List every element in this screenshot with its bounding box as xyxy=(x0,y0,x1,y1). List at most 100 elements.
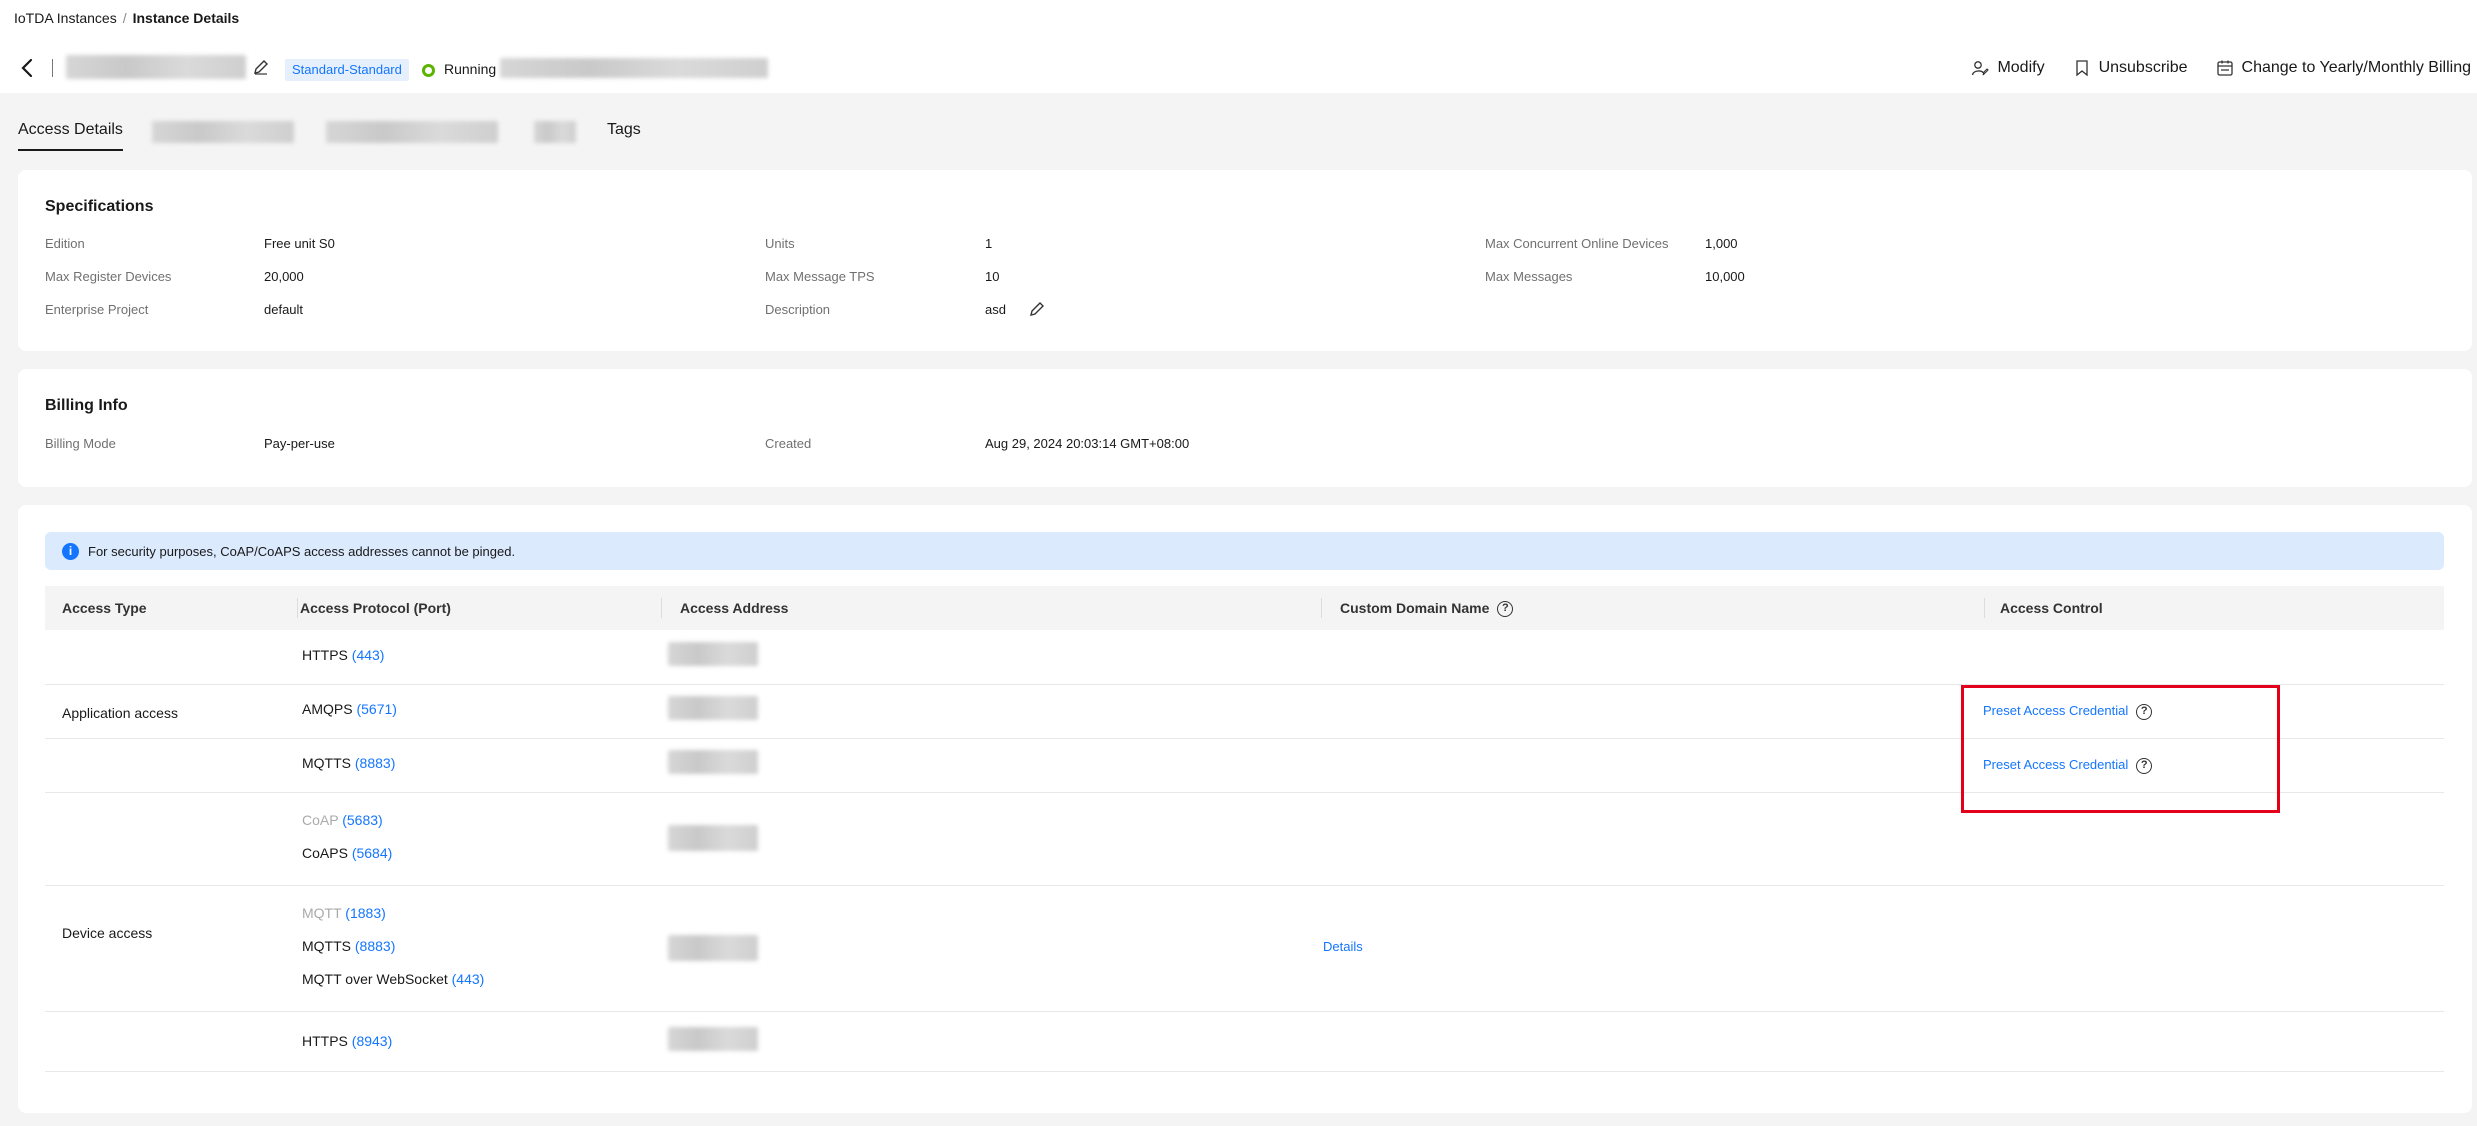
breadcrumb: IoTDA Instances / Instance Details xyxy=(14,10,239,26)
protocol-port: (443) xyxy=(351,647,385,663)
protocol-mqtt-websocket-443: MQTT over WebSocket (443) xyxy=(302,971,484,987)
breadcrumb-separator: / xyxy=(122,10,127,26)
max-messages-label: Max Messages xyxy=(1485,269,1573,284)
tab-tags[interactable]: Tags xyxy=(607,121,641,139)
edit-description-icon[interactable] xyxy=(1028,300,1046,318)
access-card: i For security purposes, CoAP/CoAPS acce… xyxy=(18,505,2472,1113)
unsubscribe-label: Unsubscribe xyxy=(2098,59,2188,76)
access-address-redacted xyxy=(668,935,758,961)
protocol-name: CoAPS xyxy=(302,845,348,861)
units-value: 1 xyxy=(985,236,993,251)
row-divider xyxy=(45,1011,2444,1012)
access-address-redacted xyxy=(668,642,758,666)
instance-id-redacted xyxy=(500,58,768,78)
protocol-port: (8883) xyxy=(354,938,396,954)
protocol-mqtt-1883: MQTT (1883) xyxy=(302,905,386,921)
protocol-port: (5683) xyxy=(342,812,383,828)
custom-domain-details-link[interactable]: Details xyxy=(1323,939,1363,954)
modify-label: Modify xyxy=(1997,59,2045,76)
access-address-redacted xyxy=(668,825,758,851)
protocol-name: MQTT over WebSocket xyxy=(302,971,448,987)
protocol-name: AMQPS xyxy=(302,701,353,717)
header-access-protocol: Access Protocol (Port) xyxy=(300,600,451,616)
info-icon: i xyxy=(62,543,79,560)
device-access-label: Device access xyxy=(62,925,153,941)
max-tps-value: 10 xyxy=(985,269,1000,284)
max-messages-value: 10,000 xyxy=(1705,269,1745,284)
tab-redacted-3[interactable] xyxy=(534,121,576,143)
protocol-port: (5684) xyxy=(351,845,393,861)
protocol-port: (443) xyxy=(451,971,485,987)
protocol-name: MQTT xyxy=(302,905,342,921)
billing-title: Billing Info xyxy=(45,397,128,414)
change-billing-label: Change to Yearly/Monthly Billing xyxy=(2241,59,2471,76)
row-divider xyxy=(45,885,2444,886)
protocol-coaps-5684: CoAPS (5684) xyxy=(302,845,392,861)
protocol-https-8943: HTTPS (8943) xyxy=(302,1033,392,1049)
protocol-name: HTTPS xyxy=(302,1033,348,1049)
access-address-redacted xyxy=(668,750,758,774)
created-label: Created xyxy=(765,436,812,451)
page-header: IoTDA Instances / Instance Details Standar… xyxy=(0,0,2477,93)
title-divider xyxy=(52,59,53,77)
edition-label: Edition xyxy=(45,236,85,251)
protocol-port: (1883) xyxy=(345,905,386,921)
header-access-address: Access Address xyxy=(680,600,789,616)
header-divider xyxy=(297,598,298,618)
billing-mode-label: Billing Mode xyxy=(45,436,116,451)
tabs: Access Details Tags xyxy=(0,107,2477,153)
bookmark-icon xyxy=(2075,60,2088,77)
max-register-value: 20,000 xyxy=(264,269,304,284)
edit-name-icon[interactable] xyxy=(252,58,270,76)
protocol-mqtts-8883: MQTTS (8883) xyxy=(302,755,395,771)
protocol-name: CoAP xyxy=(302,812,339,828)
row-divider xyxy=(45,1071,2444,1072)
specifications-title: Specifications xyxy=(45,198,154,215)
header-divider xyxy=(1984,598,1985,618)
created-value: Aug 29, 2024 20:03:14 GMT+08:00 xyxy=(985,436,1190,451)
enterprise-project-label: Enterprise Project xyxy=(45,302,149,317)
tab-redacted-1[interactable] xyxy=(152,121,294,143)
highlight-annotation-box xyxy=(1961,685,2280,813)
header-access-type: Access Type xyxy=(62,600,147,616)
help-icon[interactable]: ? xyxy=(1497,601,1514,618)
header-custom-domain: Custom Domain Name? xyxy=(1340,600,1514,618)
specifications-card: Specifications Edition Free unit S0 Unit… xyxy=(18,170,2472,351)
header-access-control: Access Control xyxy=(2000,600,2103,616)
calendar-icon xyxy=(2216,60,2233,76)
tab-access-details[interactable]: Access Details xyxy=(18,121,123,151)
max-online-label: Max Concurrent Online Devices xyxy=(1485,236,1669,251)
access-table-header: Access Type Access Protocol (Port) Acces… xyxy=(45,586,2444,630)
breadcrumb-iotda-instances[interactable]: IoTDA Instances xyxy=(14,10,117,26)
max-tps-label: Max Message TPS xyxy=(765,269,875,284)
protocol-port: (8883) xyxy=(354,755,396,771)
change-billing-button[interactable]: Change to Yearly/Monthly Billing xyxy=(2216,59,2471,77)
units-label: Units xyxy=(765,236,795,251)
edition-value: Free unit S0 xyxy=(264,236,335,251)
protocol-mqtts-8883-device: MQTTS (8883) xyxy=(302,938,395,954)
status-text: Running xyxy=(444,61,497,77)
modify-button[interactable]: Modify xyxy=(1971,59,2045,77)
access-address-redacted xyxy=(668,1027,758,1051)
title-bar: Standard-Standard Running Modify Unsubsc… xyxy=(0,50,2477,86)
security-notice: i For security purposes, CoAP/CoAPS acce… xyxy=(45,532,2444,570)
description-label: Description xyxy=(765,302,831,317)
application-access-label: Application access xyxy=(62,705,178,721)
header-custom-domain-label: Custom Domain Name xyxy=(1340,600,1490,616)
running-status-icon xyxy=(422,64,435,77)
user-edit-icon xyxy=(1972,61,1990,76)
security-notice-text: For security purposes, CoAP/CoAPS access… xyxy=(88,544,516,559)
protocol-coap-5683: CoAP (5683) xyxy=(302,812,383,828)
protocol-name: MQTTS xyxy=(302,755,351,771)
header-divider xyxy=(661,598,662,618)
protocol-port: (5671) xyxy=(356,701,397,717)
billing-card: Billing Info Billing Mode Pay-per-use Cr… xyxy=(18,369,2472,487)
max-register-label: Max Register Devices xyxy=(45,269,172,284)
protocol-port: (8943) xyxy=(351,1033,393,1049)
back-arrow-icon[interactable] xyxy=(18,56,38,80)
unsubscribe-button[interactable]: Unsubscribe xyxy=(2073,59,2188,77)
instance-name-redacted xyxy=(66,55,246,79)
tab-redacted-2[interactable] xyxy=(326,121,498,143)
description-value: asd xyxy=(985,302,1006,317)
edition-badge: Standard-Standard xyxy=(285,59,409,81)
